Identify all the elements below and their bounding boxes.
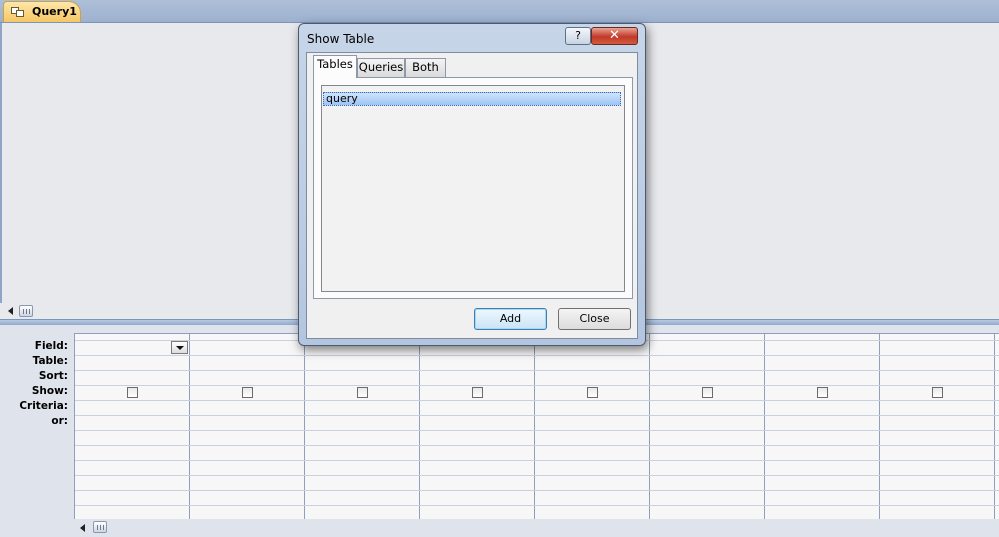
row-label-sort: Sort: xyxy=(38,370,68,382)
close-button[interactable]: Close xyxy=(558,308,631,330)
row-label-table: Table: xyxy=(32,355,68,367)
close-x-button[interactable]: ✕ xyxy=(591,27,638,45)
row-label-show: Show: xyxy=(31,385,68,397)
help-button[interactable]: ? xyxy=(565,27,591,45)
show-checkbox[interactable] xyxy=(817,387,828,398)
query1-document-tab[interactable]: Query1 xyxy=(3,1,81,22)
show-checkbox[interactable] xyxy=(357,387,368,398)
grid-column[interactable] xyxy=(190,334,305,519)
query-design-grid[interactable] xyxy=(74,333,999,519)
dialog-title: Show Table xyxy=(307,32,375,46)
field-dropdown-chevron-down-icon[interactable] xyxy=(171,341,188,354)
show-checkbox[interactable] xyxy=(932,387,943,398)
grid-column[interactable] xyxy=(75,334,190,519)
grid-column[interactable] xyxy=(420,334,535,519)
show-checkbox[interactable] xyxy=(472,387,483,398)
scroll-left-arrow-icon[interactable] xyxy=(8,307,13,315)
add-button[interactable]: Add xyxy=(474,308,547,330)
document-tab-label: Query1 xyxy=(32,5,77,18)
grid-column[interactable] xyxy=(880,334,995,519)
show-checkbox[interactable] xyxy=(242,387,253,398)
tab-tables[interactable]: Tables xyxy=(313,55,357,78)
show-checkbox[interactable] xyxy=(587,387,598,398)
grid-column[interactable] xyxy=(650,334,765,519)
row-label-or: or: xyxy=(51,415,68,427)
row-label-field: Field: xyxy=(34,340,68,352)
scroll-left-arrow-icon[interactable] xyxy=(80,524,85,532)
row-label-criteria: Criteria: xyxy=(19,400,68,412)
tab-queries[interactable]: Queries xyxy=(357,58,405,77)
grid-column[interactable] xyxy=(765,334,880,519)
query-icon xyxy=(11,7,24,17)
show-checkbox[interactable] xyxy=(702,387,713,398)
show-table-dialog: Show Table ? ✕ Tables Queries Both query… xyxy=(298,23,646,346)
scrollbar-thumb[interactable] xyxy=(19,305,33,317)
show-checkbox[interactable] xyxy=(127,387,138,398)
tab-both[interactable]: Both xyxy=(405,58,446,77)
scrollbar-thumb[interactable] xyxy=(93,521,107,533)
grid-column[interactable] xyxy=(535,334,650,519)
document-tab-strip: Query1 xyxy=(0,0,999,23)
grid-column[interactable] xyxy=(305,334,420,519)
tables-list[interactable] xyxy=(321,85,625,292)
list-item[interactable]: query xyxy=(323,92,621,106)
grid-horizontal-scrollbar[interactable] xyxy=(74,519,999,537)
